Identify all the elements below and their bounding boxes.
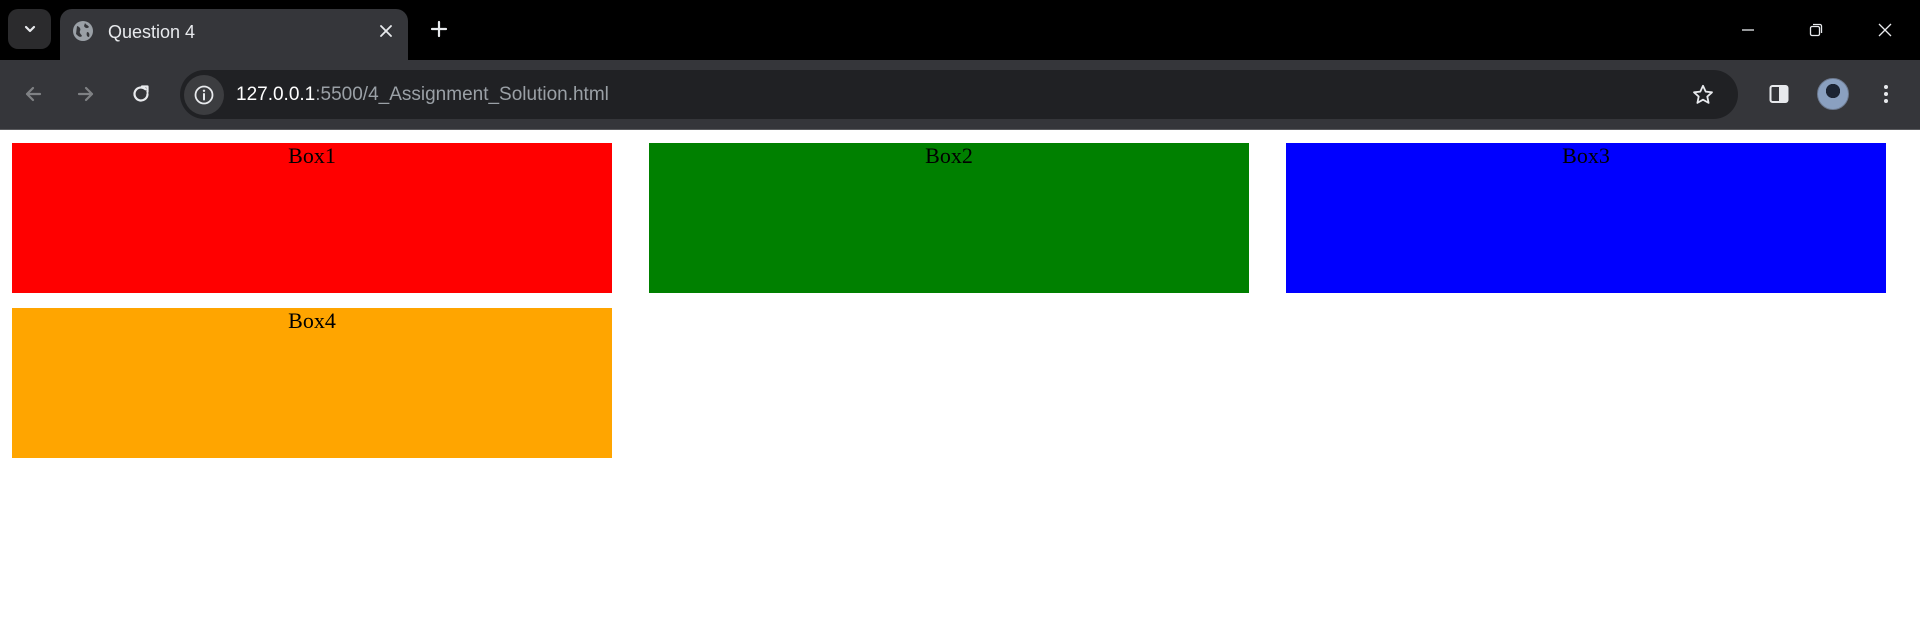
tab-title: Question 4 (108, 22, 196, 42)
box-label: Box2 (925, 143, 973, 168)
minimize-icon (1742, 29, 1754, 31)
tab-search-button[interactable] (8, 9, 51, 49)
url-host: 127.0.0.1 (236, 84, 316, 105)
address-bar[interactable]: 127.0.0.1:5500/4_Assignment_Solution.htm… (180, 70, 1738, 119)
restore-button[interactable] (1793, 10, 1839, 50)
chevron-down-icon (24, 25, 35, 33)
box-label: Box3 (1562, 143, 1610, 168)
minimize-button[interactable] (1725, 10, 1771, 50)
reload-button[interactable] (123, 76, 159, 112)
bookmark-button[interactable] (1690, 82, 1716, 108)
box-2: Box2 (649, 143, 1249, 293)
box-4: Box4 (12, 308, 612, 458)
url-text[interactable]: 127.0.0.1:5500/4_Assignment_Solution.htm… (236, 83, 609, 107)
profile-button[interactable] (1815, 76, 1851, 112)
forward-button[interactable] (68, 76, 104, 112)
tab-active[interactable]: Question 4 (60, 9, 408, 60)
star-icon (1693, 84, 1713, 104)
avatar (1817, 78, 1849, 110)
globe-icon (73, 21, 93, 41)
box-label: Box1 (288, 143, 336, 168)
plus-icon (430, 20, 448, 38)
close-icon (380, 25, 392, 37)
new-tab-button[interactable] (424, 14, 454, 44)
box-3: Box3 (1286, 143, 1886, 293)
restore-icon (1809, 23, 1823, 37)
back-button[interactable] (15, 76, 51, 112)
arrow-left-icon (25, 86, 42, 102)
browser-menu-button[interactable] (1868, 76, 1904, 112)
url-path: :5500/4_Assignment_Solution.html (315, 84, 609, 105)
arrow-right-icon (77, 86, 94, 102)
page-content: Box1 Box2 Box3 Box4 (0, 130, 1920, 618)
close-window-button[interactable] (1862, 10, 1908, 50)
close-icon (1878, 23, 1892, 37)
browser-toolbar: 127.0.0.1:5500/4_Assignment_Solution.htm… (0, 60, 1920, 130)
side-panel-button[interactable] (1761, 76, 1797, 112)
kebab-menu-icon (1884, 85, 1888, 103)
site-info-button[interactable] (184, 75, 224, 115)
box-1: Box1 (12, 143, 612, 293)
info-icon (194, 85, 214, 105)
side-panel-icon (1769, 85, 1789, 103)
tab-close-button[interactable] (374, 19, 398, 43)
box-label: Box4 (288, 308, 336, 333)
reload-icon (133, 85, 149, 102)
tab-strip: Question 4 (0, 0, 1920, 60)
